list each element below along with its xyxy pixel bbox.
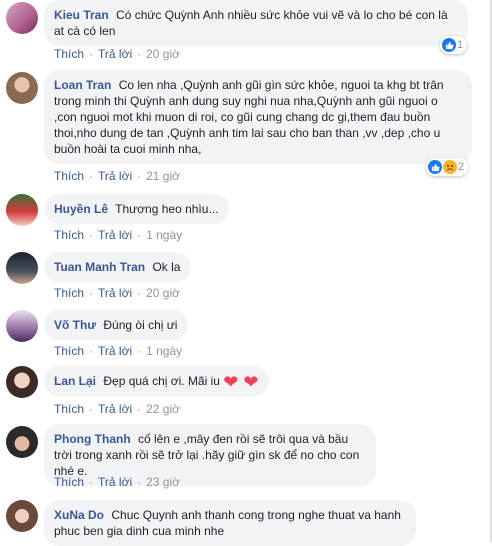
comment-actions: Thích · Trả lời · 23 giờ (54, 475, 180, 489)
comment-bubble: XuNa Do Chuc Quynh anh thanh cong trong … (44, 500, 416, 546)
comment-bubble: Kieu Tran Có chức Quỳnh Anh nhiều sức kh… (44, 0, 468, 46)
commenter-name[interactable]: Võ Thư (54, 318, 96, 332)
commenter-name[interactable]: XuNa Do (54, 508, 104, 522)
commenter-name[interactable]: Kieu Tran (54, 8, 109, 22)
like-link[interactable]: Thích (54, 47, 84, 61)
comment-actions: Thích · Trả lời · 20 giờ (54, 286, 180, 300)
comment-actions: Thích · Trả lời · 20 giờ (54, 47, 180, 61)
reply-link[interactable]: Trả lời (98, 286, 132, 300)
like-link[interactable]: Thích (54, 286, 84, 300)
timestamp[interactable]: 22 giờ (146, 402, 180, 416)
comment-text: Có chức Quỳnh Anh nhiều sức khỏe vui vẽ … (54, 8, 448, 38)
avatar[interactable] (6, 366, 38, 398)
comment-text: Đúng òi chị ưi (103, 318, 178, 332)
comment-bubble: Lan Lại Đẹp quá chị ơi. Mãi iu ❤ ❤ (44, 366, 270, 397)
sad-reaction-icon (443, 160, 457, 174)
commenter-name[interactable]: Loan Tran (54, 78, 111, 92)
timestamp[interactable]: 23 giờ (146, 475, 180, 489)
like-link[interactable]: Thích (54, 402, 84, 416)
reply-link[interactable]: Trả lời (98, 402, 132, 416)
reply-link[interactable]: Trả lời (98, 47, 132, 61)
comment-text: Ok la (152, 260, 181, 274)
comment-text: Thương heo nhìu... (115, 202, 219, 216)
avatar[interactable] (6, 72, 38, 104)
reply-link[interactable]: Trả lời (98, 228, 132, 242)
avatar[interactable] (6, 310, 38, 342)
comment-bubble: Loan Tran Co len nha ,Quỳnh anh gũi gìn … (44, 70, 472, 164)
commenter-name[interactable]: Lan Lại (54, 374, 96, 388)
heart-emoji-icon: ❤ ❤ (223, 371, 259, 392)
comment-bubble: Võ Thư Đúng òi chị ưi (44, 310, 189, 340)
timestamp[interactable]: 20 giờ (146, 47, 180, 61)
commenter-name[interactable]: Phong Thanh (54, 432, 131, 446)
reaction-count[interactable]: 1 (440, 36, 468, 54)
like-link[interactable]: Thích (54, 169, 84, 183)
timestamp[interactable]: 1 ngày (146, 228, 182, 242)
reaction-count[interactable]: 2 (426, 158, 469, 176)
reply-link[interactable]: Trả lời (98, 169, 132, 183)
like-link[interactable]: Thích (54, 475, 84, 489)
reaction-number: 1 (457, 39, 464, 51)
comment-text: Đẹp quá chị ơi. Mãi iu (103, 374, 220, 388)
comment-actions: Thích · Trả lời · 1 ngày (54, 228, 183, 242)
avatar[interactable] (6, 252, 38, 284)
comment-text: Co len nha ,Quỳnh anh gũi gìn sức khỏe, … (54, 78, 444, 156)
timestamp[interactable]: 20 giờ (146, 286, 180, 300)
like-reaction-icon (442, 38, 456, 52)
like-link[interactable]: Thích (54, 228, 84, 242)
reply-link[interactable]: Trả lời (98, 344, 132, 358)
comment-actions: Thích · Trả lời · 1 ngày (54, 344, 183, 358)
comment-actions: Thích · Trả lời · 22 giờ (54, 402, 180, 416)
reaction-number: 2 (458, 161, 465, 173)
avatar[interactable] (6, 500, 38, 532)
timestamp[interactable]: 1 ngày (146, 344, 182, 358)
commenter-name[interactable]: Huyền Lê (54, 202, 108, 216)
comment-text: Chuc Quynh anh thanh cong trong nghe thu… (54, 508, 401, 538)
like-reaction-icon (428, 160, 442, 174)
avatar[interactable] (6, 2, 38, 34)
comment-bubble: Tuan Manh Tran Ok la (44, 252, 192, 282)
timestamp[interactable]: 21 giờ (146, 169, 180, 183)
avatar[interactable] (6, 426, 38, 458)
comment-bubble: Huyền Lê Thương heo nhìu... (44, 194, 230, 224)
comment-actions: Thích · Trả lời · 21 giờ (54, 169, 180, 183)
commenter-name[interactable]: Tuan Manh Tran (54, 260, 145, 274)
reply-link[interactable]: Trả lời (98, 475, 132, 489)
avatar[interactable] (6, 194, 38, 226)
like-link[interactable]: Thích (54, 344, 84, 358)
